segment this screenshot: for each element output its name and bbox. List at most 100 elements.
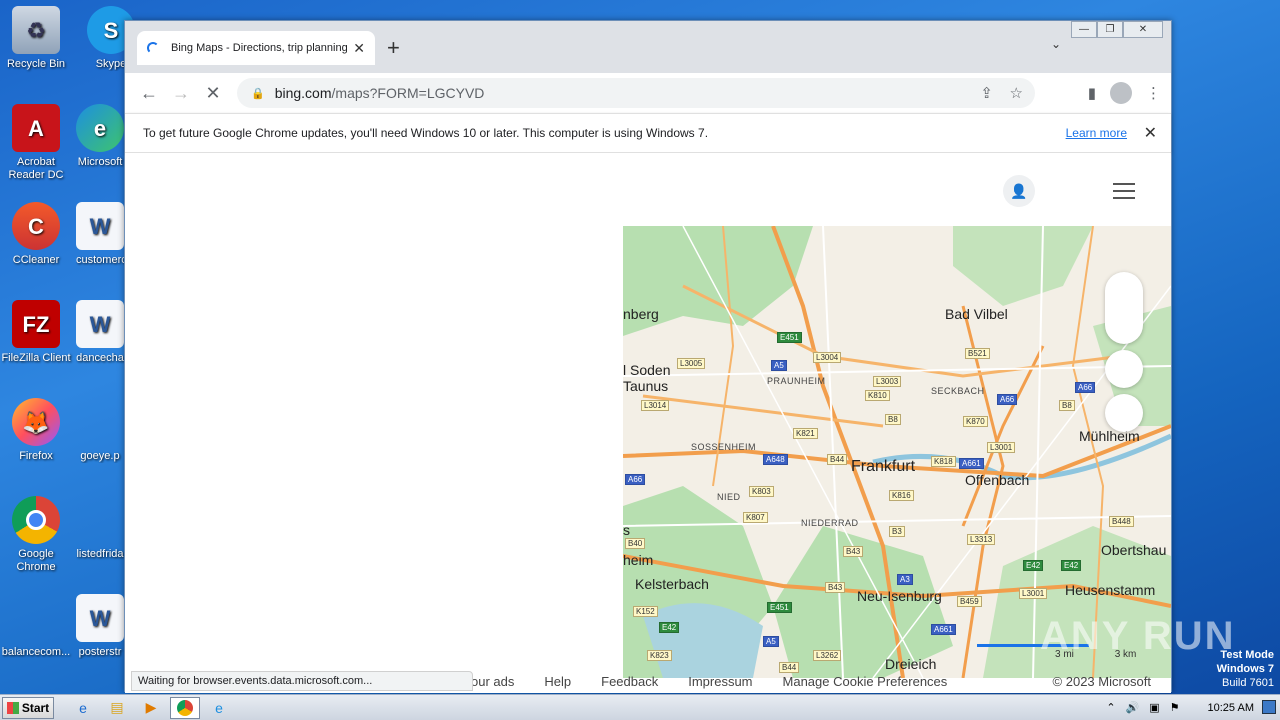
road-shield: L3003 [873,376,902,387]
profile-avatar[interactable] [1110,82,1132,104]
footer-link-ads[interactable]: our ads [471,674,514,689]
edge-icon: e [76,104,124,152]
blank-file-icon [12,594,60,642]
infobar-message: To get future Google Chrome updates, you… [143,126,709,140]
network-icon[interactable]: ▣ [1149,701,1159,714]
road-shield: A5 [771,360,787,371]
desktop-icon-balancecom[interactable]: balancecom... [0,594,72,659]
menu-kebab-icon[interactable]: ⋮ [1146,84,1161,102]
map-label-taunus: Taunus [623,378,669,394]
share-icon[interactable]: ⇪ [980,84,993,102]
browser-tab[interactable]: Bing Maps - Directions, trip planning ✕ [137,31,375,65]
ie-icon[interactable]: e [68,697,98,719]
address-bar[interactable]: 🔒 bing.com/maps?FORM=LGCYVD ⇪ ☆ [237,78,1035,108]
road-shield: A3 [897,574,913,585]
map-label-neu-isenburg: Neu-Isenburg [857,588,942,604]
road-shield: B8 [1059,400,1075,411]
road-shield: A66 [1075,382,1096,393]
clock[interactable]: 10:25 AM [1208,702,1254,714]
window-controls: — ❐ ✕ [1071,21,1163,38]
map-layers-button[interactable] [1105,394,1143,432]
map-view[interactable]: Frankfurt Offenbach Neu-Isenburg Kelster… [623,226,1171,678]
road-shield: K818 [931,456,956,467]
road-shield: B521 [965,348,990,359]
map-zoom-control[interactable] [1105,272,1143,344]
back-button[interactable]: ← [133,83,165,104]
acrobat-icon: A [12,104,60,152]
desktop-icon-goeye[interactable]: goeye.p [76,398,124,463]
footer-link-help[interactable]: Help [544,674,571,689]
blank-file-icon [76,496,124,544]
map-base-layer [623,226,1171,678]
footer-link-impressum[interactable]: Impressum [688,674,752,689]
start-button[interactable]: Start [2,696,54,719]
road-shield: B40 [625,538,646,549]
tab-search-chevron-icon[interactable]: ⌄ [1051,37,1061,51]
page-footer: our ads Help Feedback Impressum Manage C… [471,674,1151,689]
map-label-bad-soden: l Soden [623,362,671,378]
footer-link-feedback[interactable]: Feedback [601,674,658,689]
maximize-button[interactable]: ❐ [1097,21,1123,38]
road-shield: B448 [1109,516,1134,527]
new-tab-button[interactable]: + [387,35,400,61]
learn-more-link[interactable]: Learn more [1066,126,1127,140]
hamburger-menu-icon[interactable] [1113,183,1135,204]
map-label-seckbach: SECKBACH [931,386,985,396]
desktop-icon-dancecha[interactable]: W dancecha [76,300,124,365]
page-content: 👤 Frankfurt Offenbach Neu-Isenburg Kelst… [125,153,1171,693]
desktop-icon-ccleaner[interactable]: C CCleaner [0,202,72,267]
minimize-button[interactable]: — [1071,21,1097,38]
road-shield: A661 [931,624,956,635]
lock-icon: 🔒 [251,87,265,100]
road-shield: A648 [763,454,788,465]
edge-taskbar-icon[interactable]: e [204,697,234,719]
desktop-icon-edge[interactable]: e Microsoft [76,104,124,169]
action-center-flag-icon[interactable]: ⚑ [1170,701,1180,714]
close-window-button[interactable]: ✕ [1123,21,1163,38]
road-shield: L3014 [641,400,670,411]
map-label-nberg: nberg [623,306,659,322]
bookmark-star-icon[interactable]: ☆ [1010,84,1023,102]
desktop-icon-firefox[interactable]: 🦊 Firefox [0,398,72,463]
road-shield: E42 [1023,560,1044,571]
media-player-icon[interactable]: ▶ [136,697,166,719]
map-label-sossenheim: SOSSENHEIM [691,442,757,452]
tray-expand-icon[interactable]: ⌃ [1106,701,1115,714]
desktop-icon-filezilla[interactable]: FZ FileZilla Client [0,300,72,365]
road-shield: A661 [959,458,984,469]
taskbar: Start e ▤ ▶ e ⌃ 🔊 ▣ ⚑ 10:25 AM [0,694,1280,720]
road-shield: K803 [749,486,774,497]
road-shield: B43 [843,546,864,557]
road-shield: L3262 [813,650,842,661]
tab-close-icon[interactable]: ✕ [353,40,365,57]
footer-link-cookies[interactable]: Manage Cookie Preferences [783,674,948,689]
show-desktop-button[interactable] [1262,700,1276,714]
map-label-heim: heim [623,552,654,568]
side-panel-icon[interactable]: ▮ [1088,84,1096,102]
toolbar-right: ▮ ⋮ [1088,82,1161,104]
desktop-icon-chrome[interactable]: Google Chrome [0,496,72,574]
desktop-icon-listedfrida[interactable]: listedfrida [76,496,124,561]
stop-loading-button[interactable]: ✕ [197,83,229,104]
desktop-icon-posterstr[interactable]: W posterstr [76,594,124,659]
chrome-icon [12,496,60,544]
explorer-folder-icon[interactable]: ▤ [102,697,132,719]
road-shield: L3313 [967,534,996,545]
map-label-bad-vilbel: Bad Vilbel [945,306,1008,322]
map-locate-button[interactable] [1105,350,1143,388]
volume-icon[interactable]: 🔊 [1126,701,1140,714]
road-shield: K870 [963,416,988,427]
road-shield: K152 [633,606,658,617]
road-shield: L3001 [1019,588,1048,599]
windows-flag-icon [6,701,19,714]
map-label-heusenstamm: Heusenstamm [1065,582,1156,598]
user-account-icon[interactable]: 👤 [1003,175,1035,207]
chrome-taskbar-icon[interactable] [170,696,200,719]
desktop-icon-customerc[interactable]: W customerc [76,202,124,267]
desktop-icon-recycle-bin[interactable]: ♻ Recycle Bin [0,6,72,71]
anyrun-watermark: ANY RUN [1040,614,1236,658]
forward-button[interactable]: → [165,83,197,104]
desktop-icon-acrobat[interactable]: A Acrobat Reader DC [0,104,72,182]
test-mode-notice: Test Mode Windows 7 Build 7601 [1216,649,1274,689]
infobar-close-icon[interactable]: ✕ [1144,123,1157,143]
